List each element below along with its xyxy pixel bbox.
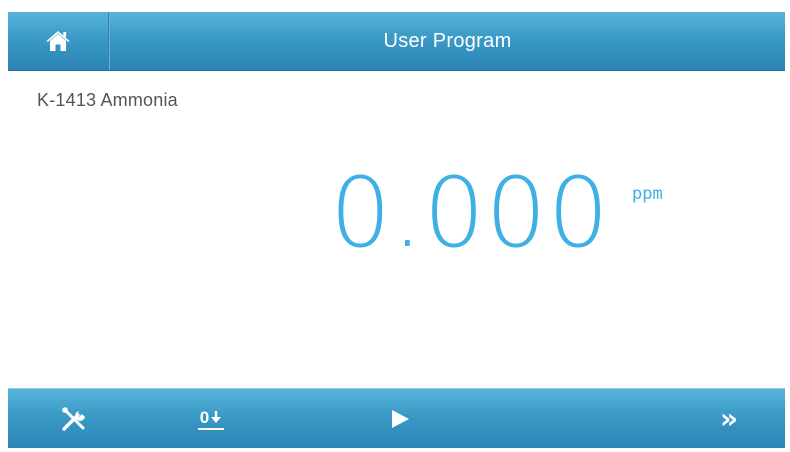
arrow-down-icon — [211, 411, 222, 423]
reading-value: 0.000 — [330, 157, 610, 269]
bottom-toolbar: 0 » — [8, 388, 785, 448]
start-button[interactable] — [365, 389, 435, 449]
zero-underline — [198, 427, 224, 430]
home-button[interactable] — [8, 12, 108, 70]
title-bar: User Program — [8, 12, 785, 71]
home-icon — [46, 31, 70, 51]
page-title: User Program — [383, 29, 512, 52]
next-label: » — [719, 402, 739, 435]
tools-button[interactable] — [40, 389, 110, 449]
zero-button[interactable]: 0 — [176, 389, 246, 449]
reading-unit: ppm — [632, 184, 663, 204]
tools-icon — [62, 407, 86, 431]
play-icon — [392, 410, 409, 428]
next-button[interactable]: » — [694, 389, 764, 449]
program-name: K-1413 Ammonia — [37, 90, 178, 110]
zero-label: 0 — [199, 407, 210, 427]
